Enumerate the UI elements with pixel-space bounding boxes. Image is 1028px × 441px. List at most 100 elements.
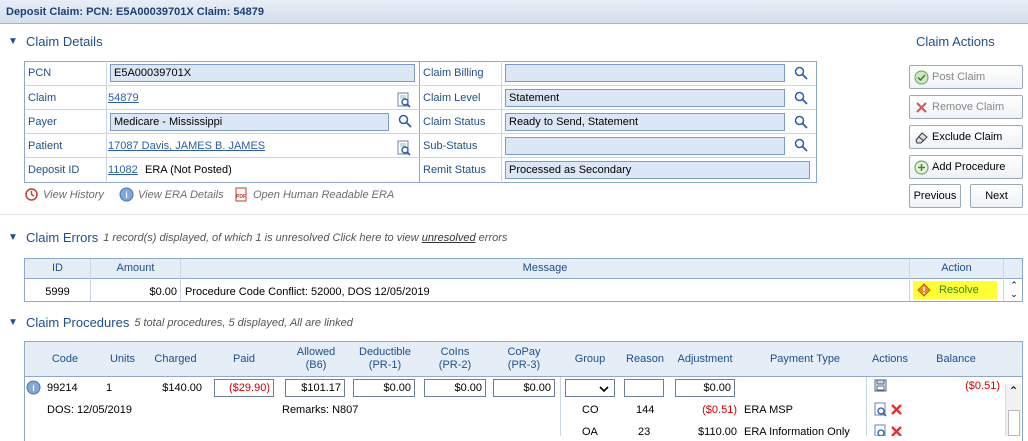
svg-text:i: i xyxy=(125,190,128,200)
claim-level-field[interactable]: Statement xyxy=(505,89,785,107)
claim-label: Claim xyxy=(28,92,57,104)
col-deductible: Deductible xyxy=(359,346,411,358)
adjustment-payment-type: ERA Information Only xyxy=(744,426,850,438)
lookup-icon[interactable] xyxy=(874,424,888,439)
remit-status-field[interactable]: Processed as Secondary xyxy=(505,161,810,179)
patient-link[interactable]: 17087 Davis, JAMES B. JAMES xyxy=(108,140,265,152)
claim-details-header[interactable]: ▼ Claim Details xyxy=(8,34,103,49)
scrollbar-thumb[interactable] xyxy=(1008,410,1020,436)
previous-label: Previous xyxy=(913,190,957,202)
open-era-link[interactable]: Open Human Readable ERA xyxy=(253,189,394,201)
claim-errors-header[interactable]: ▼ Claim Errors 1 record(s) displayed, of… xyxy=(8,230,507,245)
adjustment-group: CO xyxy=(582,404,599,416)
col-allowed-sub: (B6) xyxy=(305,359,327,371)
procedure-units: 1 xyxy=(106,382,113,394)
exclude-claim-label: Exclude Claim xyxy=(932,131,1003,143)
adjustment-group: OA xyxy=(582,426,598,438)
info-icon: i xyxy=(119,187,134,205)
error-message: Procedure Code Conflict: 52000, DOS 12/0… xyxy=(185,286,430,298)
group-select[interactable] xyxy=(565,379,615,397)
patient-lookup-icon[interactable] xyxy=(397,140,411,159)
previous-button[interactable]: Previous xyxy=(909,184,961,208)
sub-status-label: Sub-Status xyxy=(423,140,478,152)
claim-level-search-icon[interactable] xyxy=(794,91,808,108)
procedure-dos: DOS: 12/05/2019 xyxy=(47,404,133,416)
col-reason: Reason xyxy=(626,353,664,365)
procedure-code: 99214 xyxy=(47,382,78,394)
add-procedure-button[interactable]: Add Procedure xyxy=(909,155,1023,179)
payer-field[interactable]: Medicare - Mississippi xyxy=(110,113,389,131)
pcn-field[interactable]: E5A00039701X xyxy=(110,64,415,82)
errors-summary-end: errors xyxy=(478,231,508,244)
deductible-input[interactable]: $0.00 xyxy=(353,379,415,397)
svg-text:PDF: PDF xyxy=(236,194,246,200)
view-era-details-link[interactable]: View ERA Details xyxy=(138,189,224,201)
allowed-input[interactable]: $101.17 xyxy=(285,379,345,397)
paid-input[interactable]: ($29.90) xyxy=(214,379,274,397)
claim-details-title: Claim Details xyxy=(26,34,103,49)
remove-claim-button[interactable]: Remove Claim xyxy=(909,95,1023,119)
scroll-up-icon[interactable]: ⌃ xyxy=(1006,384,1021,398)
unresolved-link[interactable]: unresolved xyxy=(422,232,476,244)
col-copay-sub: (PR-3) xyxy=(507,359,541,371)
col-allowed: Allowed xyxy=(296,346,336,358)
errors-summary-text: 1 record(s) displayed, of which 1 is unr… xyxy=(103,231,419,244)
col-paid: Paid xyxy=(232,353,256,365)
claim-link[interactable]: 54879 xyxy=(108,92,139,104)
col-group: Group xyxy=(574,353,606,365)
sub-status-search-icon[interactable] xyxy=(794,138,808,155)
error-message-header: Message xyxy=(522,262,568,274)
check-icon xyxy=(914,70,929,85)
warning-icon xyxy=(917,283,931,297)
exclude-claim-button[interactable]: Exclude Claim xyxy=(909,125,1023,149)
claim-billing-field[interactable] xyxy=(505,64,785,82)
col-adjustment: Adjustment xyxy=(677,353,733,365)
claim-status-search-icon[interactable] xyxy=(794,115,808,132)
col-coins: CoIns xyxy=(440,346,470,358)
delete-icon[interactable] xyxy=(890,403,903,419)
row-scroll-arrows[interactable]: ⌃ ⌄ xyxy=(1007,281,1021,301)
adjustment-reason: 144 xyxy=(636,404,655,416)
claim-status-field[interactable]: Ready to Send, Statement xyxy=(505,113,785,131)
delete-icon[interactable] xyxy=(890,425,903,439)
deposit-id-label: Deposit ID xyxy=(28,164,80,176)
resolve-button[interactable]: Resolve xyxy=(913,281,997,299)
window-title: Deposit Claim: PCN: E5A00039701X Claim: … xyxy=(0,0,1028,24)
claim-actions-title: Claim Actions xyxy=(916,34,995,49)
add-procedure-label: Add Procedure xyxy=(932,161,1006,173)
info-icon[interactable]: i xyxy=(26,380,41,398)
post-claim-button[interactable]: Post Claim xyxy=(909,65,1023,89)
next-button[interactable]: Next xyxy=(970,184,1023,208)
col-actions: Actions xyxy=(871,353,909,365)
error-id-header: ID xyxy=(52,262,63,274)
coins-input[interactable]: $0.00 xyxy=(424,379,486,397)
x-icon xyxy=(914,100,929,115)
next-label: Next xyxy=(985,190,1008,202)
sub-status-field[interactable] xyxy=(505,137,785,155)
chevron-down-icon: ▼ xyxy=(8,232,18,243)
save-icon[interactable] xyxy=(874,379,887,395)
remove-claim-label: Remove Claim xyxy=(932,101,1005,113)
claim-status-label: Claim Status xyxy=(423,116,486,128)
deposit-era-status: ERA (Not Posted) xyxy=(145,164,232,176)
claim-lookup-icon[interactable] xyxy=(397,92,411,111)
payer-label: Payer xyxy=(28,116,57,128)
adjustment-input[interactable]: $0.00 xyxy=(675,379,735,397)
pdf-icon: PDF xyxy=(235,187,248,205)
deposit-id-link[interactable]: 11082 xyxy=(108,164,138,176)
error-amount: $0.00 xyxy=(149,286,177,298)
payer-search-icon[interactable] xyxy=(398,114,412,131)
chevron-down-icon: ▼ xyxy=(8,317,18,328)
chevron-down-icon: ▼ xyxy=(8,36,18,47)
claim-procedures-header[interactable]: ▼ Claim Procedures 5 total procedures, 5… xyxy=(8,315,353,330)
copay-input[interactable]: $0.00 xyxy=(493,379,555,397)
view-history-link[interactable]: View History xyxy=(43,189,104,201)
procedures-scrollbar[interactable]: ⌃ xyxy=(1005,384,1021,436)
history-icon xyxy=(24,187,39,205)
reason-input[interactable] xyxy=(624,379,664,397)
lookup-icon[interactable] xyxy=(874,402,888,420)
adjustment-amount: $110.00 xyxy=(698,426,737,438)
col-payment-type: Payment Type xyxy=(769,353,841,365)
claim-billing-search-icon[interactable] xyxy=(794,66,808,83)
chevron-down-icon xyxy=(599,383,609,399)
